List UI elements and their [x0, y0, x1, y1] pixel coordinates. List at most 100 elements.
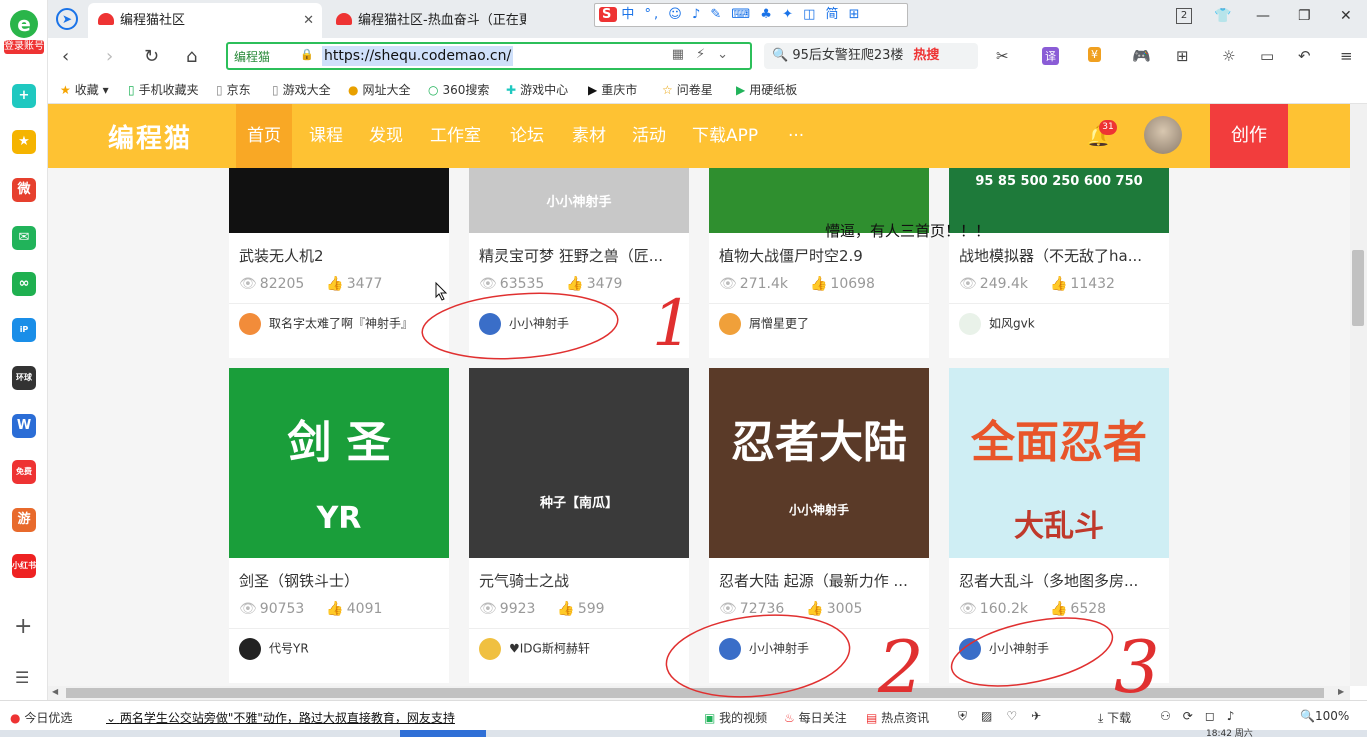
zoom-level[interactable]: 🔍100%: [1300, 709, 1349, 723]
tab-count-icon[interactable]: 2: [1176, 8, 1192, 24]
work-title[interactable]: 剑圣（钢铁斗士）: [239, 570, 441, 591]
work-title[interactable]: 精灵宝可梦 狂野之兽（匠...: [479, 245, 681, 266]
plus-app-icon[interactable]: +: [12, 84, 36, 108]
apps-grid-icon[interactable]: ⊞: [1176, 47, 1189, 65]
scroll-right-icon[interactable]: ▶: [1338, 687, 1344, 696]
reload-icon[interactable]: ↻: [144, 46, 159, 67]
site-nav-item[interactable]: 下载APP: [681, 104, 769, 168]
status-tools-icon[interactable]: ⛨▨♡✈: [958, 709, 1055, 724]
site-logo[interactable]: 编程猫: [108, 118, 192, 155]
work-card[interactable]: 忍者大陆 小小神射手 忍者大陆 起源（最新力作 ... 👁 72736 👍 3005 小小神射…: [709, 368, 929, 683]
author-name[interactable]: 小小神射手: [749, 642, 809, 656]
word-icon[interactable]: W: [12, 414, 36, 438]
add-app-icon[interactable]: +: [14, 614, 32, 639]
work-title[interactable]: 战地模拟器（不无敌了ha...: [959, 245, 1161, 266]
menu-list-icon[interactable]: ☰: [15, 668, 29, 687]
site-nav-item[interactable]: 发现: [358, 104, 414, 168]
close-tab-icon[interactable]: ✕: [303, 3, 314, 38]
undo-icon[interactable]: ↶: [1298, 47, 1311, 65]
address-bar[interactable]: 编程猫 🔒 https://shequ.codemao.cn/ ▦⚡⌄: [226, 42, 752, 70]
bookmark-jd[interactable]: ▯ 京东: [216, 81, 251, 98]
work-author[interactable]: 小小神射手: [719, 638, 809, 660]
work-thumbnail[interactable]: 全面忍者 大乱斗: [949, 368, 1169, 558]
hot-news[interactable]: ▤ 热点资讯: [866, 709, 929, 726]
close-window-icon[interactable]: ✕: [1340, 8, 1352, 24]
bookmark-wjx[interactable]: ☆ 问卷星: [662, 81, 713, 98]
work-card[interactable]: 种子【南瓜】 元气骑士之战 👁 9923 👍 599 ♥IDG斯柯赫轩: [469, 368, 689, 683]
work-author[interactable]: 如风gvk: [959, 313, 1035, 335]
author-avatar[interactable]: [719, 638, 741, 660]
login-account[interactable]: e 登录账号: [4, 10, 44, 54]
work-title[interactable]: 植物大战僵尸时空2.9: [719, 245, 921, 266]
site-nav-item[interactable]: 论坛: [499, 104, 555, 168]
work-title[interactable]: 忍者大乱斗（多地图多房...: [959, 570, 1161, 591]
site-nav-item[interactable]: 素材: [561, 104, 617, 168]
bookmark-360[interactable]: ○ 360搜索: [428, 81, 489, 98]
author-name[interactable]: 小小神射手: [989, 642, 1049, 656]
work-author[interactable]: 小小神射手: [479, 313, 569, 335]
work-author[interactable]: 小小神射手: [959, 638, 1049, 660]
work-thumbnail[interactable]: 小小神射手: [469, 168, 689, 233]
back-icon[interactable]: ‹: [62, 46, 69, 67]
tab-codemao-post[interactable]: 编程猫社区-热血奋斗（正在更新: [326, 3, 526, 38]
work-card[interactable]: 剑 圣 YR 剑圣（钢铁斗士） 👁 90753 👍 4091 代号YR: [229, 368, 449, 683]
downloads[interactable]: ⤓ 下载: [1098, 709, 1131, 726]
vertical-scroll-thumb[interactable]: [1352, 250, 1364, 326]
battery-icon[interactable]: ▭: [1260, 47, 1274, 65]
bookmark-mobile[interactable]: ▯ 手机收藏夹: [128, 81, 199, 98]
work-card[interactable]: 植物大战僵尸时空2.9 👁 271.4k 👍 10698 屑憎星更了: [709, 168, 929, 358]
search-box[interactable]: 🔍 95后女警狂爬23楼 热搜: [764, 43, 978, 69]
brightness-icon[interactable]: ☼: [1222, 47, 1235, 65]
author-avatar[interactable]: [239, 313, 261, 335]
news-ticker[interactable]: ⌄ 两名学生公交站旁做"不雅"动作，路过大叔直接教育，网友支持: [106, 709, 455, 726]
work-author[interactable]: ♥IDG斯柯赫轩: [479, 638, 590, 660]
work-thumbnail[interactable]: 剑 圣 YR: [229, 368, 449, 558]
work-title[interactable]: 忍者大陆 起源（最新力作 ...: [719, 570, 921, 591]
work-author[interactable]: 代号YR: [239, 638, 309, 660]
my-videos[interactable]: ▣ 我的视频: [704, 709, 767, 726]
author-name[interactable]: ♥IDG斯柯赫轩: [509, 642, 590, 656]
work-thumbnail[interactable]: [229, 168, 449, 233]
ime-toolbar[interactable]: S中 °, ☺ ♪ ✎ ⌨ ♣ ✦ ◫ 简 ⊞: [594, 3, 908, 27]
home-icon[interactable]: ⌂: [186, 46, 197, 67]
bookmark-game-center[interactable]: ✚ 游戏中心: [506, 81, 568, 98]
bookmark-favorites[interactable]: ★ 收藏 ▾: [60, 81, 109, 98]
game-icon[interactable]: 游: [12, 508, 36, 532]
scroll-left-icon[interactable]: ◀: [52, 687, 58, 696]
work-card[interactable]: 全面忍者 大乱斗 忍者大乱斗（多地图多房... 👁 160.2k 👍 6528 小小神射手: [949, 368, 1169, 683]
author-avatar[interactable]: [959, 313, 981, 335]
address-bar-actions-icon[interactable]: ▦⚡⌄: [672, 47, 740, 62]
url-text[interactable]: https://shequ.codemao.cn/: [322, 46, 514, 66]
horizontal-scroll-thumb[interactable]: [66, 688, 1324, 698]
bookmark-cardboard[interactable]: ▶ 用硬纸板: [736, 81, 797, 98]
status-extra-icon[interactable]: ⚇⟳◻♪: [1160, 709, 1246, 723]
work-card[interactable]: 95 85 500 250 600 750 战地模拟器（不无敌了ha... 👁 249…: [949, 168, 1169, 358]
forward-icon[interactable]: ›: [106, 46, 113, 67]
coupon-icon[interactable]: ¥: [1088, 47, 1101, 62]
bookmark-games[interactable]: ▯ 游戏大全: [272, 81, 331, 98]
author-name[interactable]: 取名字太难了啊『神射手』: [269, 317, 413, 331]
user-avatar[interactable]: [1144, 116, 1182, 154]
author-avatar[interactable]: [479, 313, 501, 335]
minimize-icon[interactable]: —: [1256, 8, 1270, 24]
work-author[interactable]: 取名字太难了啊『神射手』: [239, 313, 413, 335]
star-icon[interactable]: ★: [12, 130, 36, 154]
work-thumbnail[interactable]: 种子【南瓜】: [469, 368, 689, 558]
main-menu-icon[interactable]: ≡: [1340, 47, 1353, 65]
work-thumbnail[interactable]: 忍者大陆 小小神射手: [709, 368, 929, 558]
work-card[interactable]: 武装无人机2 👁 82205 👍 3477 取名字太难了啊『神射手』: [229, 168, 449, 358]
author-name[interactable]: 屑憎星更了: [749, 317, 809, 331]
weibo-icon[interactable]: 微: [12, 178, 36, 202]
shirt-icon[interactable]: 👕: [1214, 8, 1231, 24]
author-avatar[interactable]: [719, 313, 741, 335]
vertical-scrollbar[interactable]: [1350, 104, 1367, 686]
mail-icon[interactable]: ✉: [12, 226, 36, 250]
work-title[interactable]: 元气骑士之战: [479, 570, 681, 591]
site-nav-item[interactable]: 课程: [298, 104, 354, 168]
site-nav-item[interactable]: ···: [777, 104, 815, 168]
navigate-icon[interactable]: ➤: [56, 8, 78, 30]
daily-focus[interactable]: ♨ 每日关注: [784, 709, 847, 726]
author-name[interactable]: 代号YR: [269, 642, 309, 656]
author-name[interactable]: 小小神射手: [509, 317, 569, 331]
work-author[interactable]: 屑憎星更了: [719, 313, 809, 335]
